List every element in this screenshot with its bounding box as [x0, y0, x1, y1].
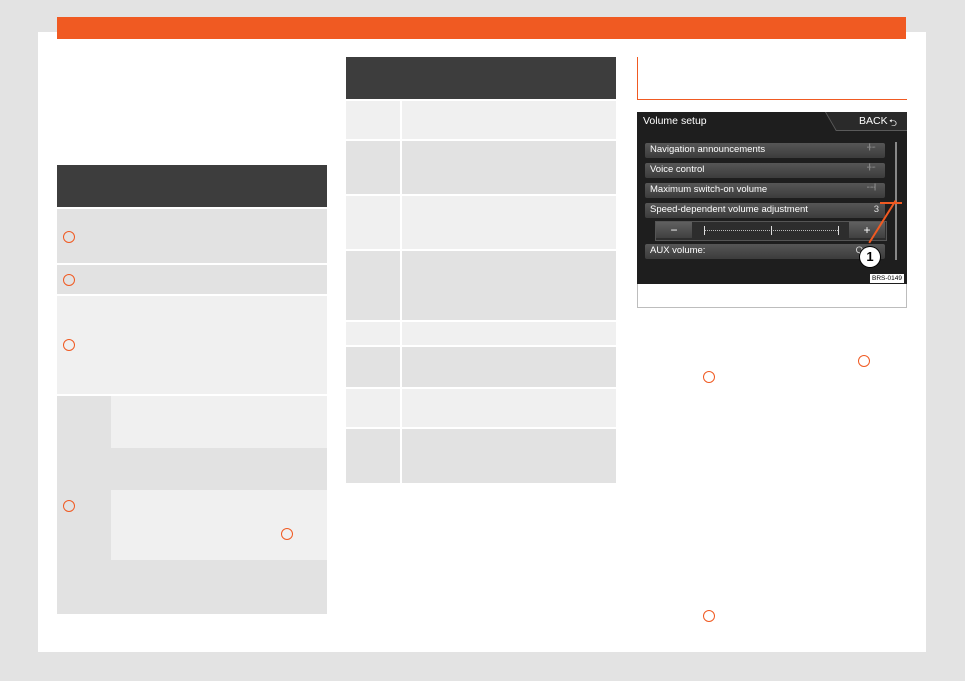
left-table-row [57, 265, 327, 294]
nested-row [111, 490, 327, 560]
callout-circle-icon [703, 610, 715, 622]
middle-table-row [346, 251, 616, 320]
middle-table-header [346, 57, 616, 99]
middle-table-row [346, 141, 616, 194]
callout-number-badge: 1 [860, 247, 880, 267]
left-table-header [57, 165, 327, 207]
volume-level-indicator: ··|···· [866, 144, 876, 151]
menu-item-maximum-switch-on-volume: Maximum switch-on volume ······| [645, 183, 885, 198]
middle-table-row [346, 347, 616, 387]
screen-title: Volume setup [643, 115, 707, 127]
menu-item-label: Maximum switch-on volume [650, 184, 768, 195]
middle-table-row [346, 196, 616, 249]
callout-line [880, 202, 902, 204]
back-button: BACK [859, 115, 888, 127]
volume-slider: − + [655, 221, 887, 241]
nested-row [111, 562, 327, 614]
section-heading-underline [637, 99, 907, 100]
middle-table-row [346, 389, 616, 427]
section-heading-rule [637, 57, 638, 99]
menu-item-navigation-announcements: Navigation announcements ··|···· [645, 143, 885, 158]
menu-item-speed-dependent-volume: Speed-dependent volume adjustment 3 [645, 203, 885, 218]
return-arrow-icon: ⮌ [889, 118, 898, 129]
menu-item-aux-volume: AUX volume: Q [645, 244, 885, 259]
nested-row [111, 450, 327, 488]
menu-item-value: 3 [873, 204, 879, 215]
callout-circle-icon [281, 528, 293, 540]
slider-tick [704, 226, 705, 235]
image-code-label: BRS-0149 [870, 274, 904, 283]
callout-circle-icon [63, 231, 75, 243]
slider-tick [838, 226, 839, 235]
callout-circle-icon [858, 355, 870, 367]
callout-circle-icon [63, 274, 75, 286]
callout-circle-icon [63, 339, 75, 351]
column-divider [400, 101, 402, 483]
callout-circle-icon [63, 500, 75, 512]
menu-item-label: Speed-dependent volume adjustment [650, 204, 808, 215]
middle-table-row [346, 101, 616, 139]
middle-table-row [346, 322, 616, 345]
left-table-row [57, 296, 327, 394]
menu-item-label: Voice control [650, 164, 705, 175]
nested-row [111, 396, 327, 448]
menu-item-label: Navigation announcements [650, 144, 766, 155]
left-table-row [57, 209, 327, 263]
minus-button: − [656, 222, 692, 238]
volume-level-indicator: ··|···· [866, 164, 876, 171]
callout-circle-icon [703, 371, 715, 383]
top-accent-bar [57, 17, 906, 39]
figure-caption-box [637, 284, 907, 308]
menu-item-voice-control: Voice control ··|···· [645, 163, 885, 178]
slider-thumb [771, 226, 772, 235]
middle-table-row [346, 429, 616, 483]
volume-level-indicator: ······| [866, 184, 876, 191]
menu-item-label: AUX volume: [650, 245, 706, 256]
volume-setup-screenshot: Volume setup BACK ⮌ Navigation announcem… [637, 112, 907, 284]
